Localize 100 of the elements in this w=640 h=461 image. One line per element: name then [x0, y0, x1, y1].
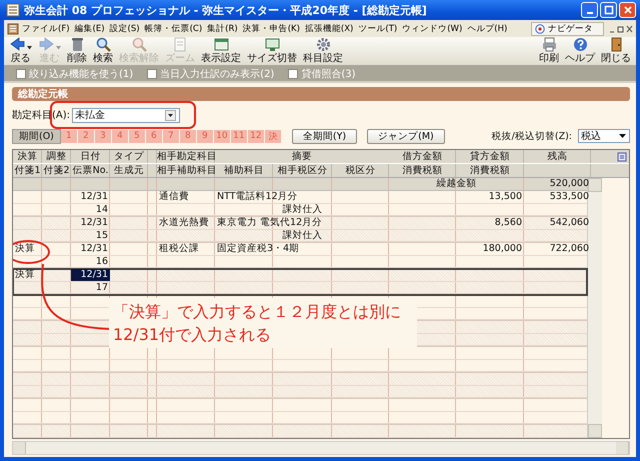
period-button[interactable]: ジャンプ(M) [367, 128, 445, 144]
caret-icon [168, 114, 174, 116]
table-cell-text: 課対仕入 [282, 204, 324, 215]
maximize-button[interactable] [600, 2, 617, 18]
toolbar-button[interactable]: 削除 [64, 38, 90, 64]
close-button[interactable] [619, 2, 636, 18]
column-header: 相手税区分 [276, 164, 328, 177]
column-header: 日付 [80, 150, 102, 163]
column-header: 貸方金額 [469, 150, 511, 163]
column-header: 生成元 [113, 164, 145, 177]
column-header: 相手勘定科目 [157, 150, 215, 163]
table-cell-text: 16 [94, 256, 109, 267]
toolbar-button[interactable]: 閉じる [598, 38, 634, 64]
close-icon [622, 5, 632, 15]
checkbox[interactable] [16, 68, 26, 78]
menu-item[interactable]: 編集(E) [72, 22, 107, 34]
menu-item[interactable]: ファイル(F) [20, 22, 72, 34]
table-cell-text: 722,060 [548, 243, 590, 254]
minimize-button[interactable] [581, 2, 598, 18]
toolbar-button[interactable]: 検索 [90, 38, 116, 64]
column-header: タイプ [113, 150, 145, 163]
column-settings-icon[interactable] [617, 152, 627, 162]
table-cell-text: 決算 [14, 269, 36, 280]
table-cell-text: 決算 [14, 243, 36, 254]
window-controls-icon[interactable] [609, 24, 633, 34]
column-header: 補助科目 [223, 164, 265, 177]
table-cell-text: 542,060 [548, 217, 590, 228]
vertical-scrollbar[interactable] [587, 178, 602, 438]
menu-item[interactable]: 帳簿・伝票(C) [142, 22, 204, 34]
table-cell-text: 15 [94, 230, 109, 241]
horizontal-scrollbar[interactable] [12, 441, 630, 455]
checkbox-label: 当日入力仕訳のみ表示(2) [160, 68, 274, 80]
column-header: 残高 [546, 150, 568, 163]
table-cell-text: 繰越金額 [436, 178, 478, 190]
monitor-icon [264, 36, 280, 53]
menu-item[interactable]: 拡張機能(X) [302, 22, 356, 34]
account-label: 勘定科目(A): [12, 108, 70, 122]
toolbar-button[interactable]: 科目設定 [300, 38, 346, 64]
period-button[interactable]: 全期間(Y) [292, 128, 358, 144]
checkbox[interactable] [288, 68, 298, 78]
account-dropdown[interactable]: 未払金 [72, 108, 180, 122]
table-cell-text: 520,000 [548, 178, 590, 190]
column-header: 付箋2 [42, 164, 71, 177]
search-icon [94, 36, 112, 53]
menu-item[interactable]: 決算・申告(K) [240, 22, 302, 34]
column-header: 伝票No. [72, 164, 110, 177]
window-icon [212, 36, 230, 53]
table-cell-text: 17 [94, 282, 109, 293]
caret-icon [619, 134, 626, 138]
column-header: 決算 [16, 150, 38, 163]
checkbox-label: 絞り込み機能を使う(1) [29, 68, 134, 80]
table-cell-text: 固定資産税3・4期 [216, 243, 300, 254]
toolbar-button[interactable]: 表示設定 [198, 38, 244, 64]
table-cell-text: 12/31 [80, 191, 109, 202]
panel-title: 総勘定元帳 [18, 87, 68, 101]
book-icon [7, 22, 19, 34]
search-icon [130, 36, 148, 53]
column-header: 付箋1 [13, 164, 42, 177]
menu-item[interactable]: ツール(T) [356, 22, 400, 34]
table-cell-text: 租税公課 [158, 243, 200, 254]
checkbox[interactable] [147, 68, 158, 78]
table-cell-text: 12/31 [80, 217, 109, 228]
date-input-field[interactable]: 12/31 [71, 269, 110, 280]
table-cell-text: 12/31 [80, 243, 109, 254]
toolbar-button[interactable]: ヘルプ [562, 38, 598, 64]
table-cell-text: 180,000 [482, 243, 523, 254]
toolbar-button[interactable]: 戻る [6, 38, 35, 64]
tax-mode-label: 税抜/税込切替(Z): [492, 130, 572, 142]
menu-item[interactable]: ヘルプ(H) [465, 22, 510, 34]
minimize-icon [586, 12, 592, 14]
table-cell-text: 533,500 [548, 191, 590, 202]
tax-mode-dropdown[interactable]: 税込 [578, 129, 630, 143]
window-title: 弥生会計 08 プロフェッショナル - 弥生マイスター・平成20年度 - [総勘定元帳] [24, 2, 427, 18]
table-cell-text: 課対仕入 [282, 230, 324, 241]
arrow-right-icon [38, 36, 55, 53]
table-cell-text: 水道光熱費 [158, 217, 210, 228]
menu-item[interactable]: 設定(S) [108, 22, 142, 34]
checkbox-label: 貸借照合(3) [301, 68, 356, 80]
table-cell-text: 東京電力 電気代12月分 [216, 217, 324, 228]
column-header: 消費税額 [402, 164, 444, 177]
compass-icon [535, 24, 545, 34]
navigator-button[interactable]: ナビゲータ [531, 22, 604, 36]
menu-item[interactable]: ウィンドウ(W) [400, 22, 464, 34]
column-header: 消費税額 [469, 164, 511, 177]
highlight-circle [13, 240, 50, 264]
toolbar-button[interactable]: サイズ切替 [244, 38, 300, 64]
column-header: 相手補助科目 [157, 164, 215, 177]
table-cell-text: 8,560 [494, 217, 523, 228]
table-cell-text: 13,500 [488, 191, 523, 202]
gear-icon [314, 36, 332, 53]
callout-text: 「決算」で入力すると１２月度とは別に 12/31付で入力される [109, 298, 417, 348]
menu-item[interactable]: 集計(R) [205, 22, 240, 34]
column-header: 調整 [46, 150, 68, 163]
column-header: 借方金額 [402, 150, 444, 163]
help-icon [572, 36, 588, 53]
caret-icon[interactable] [27, 46, 32, 50]
table-cell-text: 14 [94, 204, 109, 215]
toolbar-button[interactable]: 印刷 [536, 38, 562, 64]
table-cell-text: NTT電話料12月分 [216, 191, 299, 202]
printer-icon [540, 36, 558, 53]
